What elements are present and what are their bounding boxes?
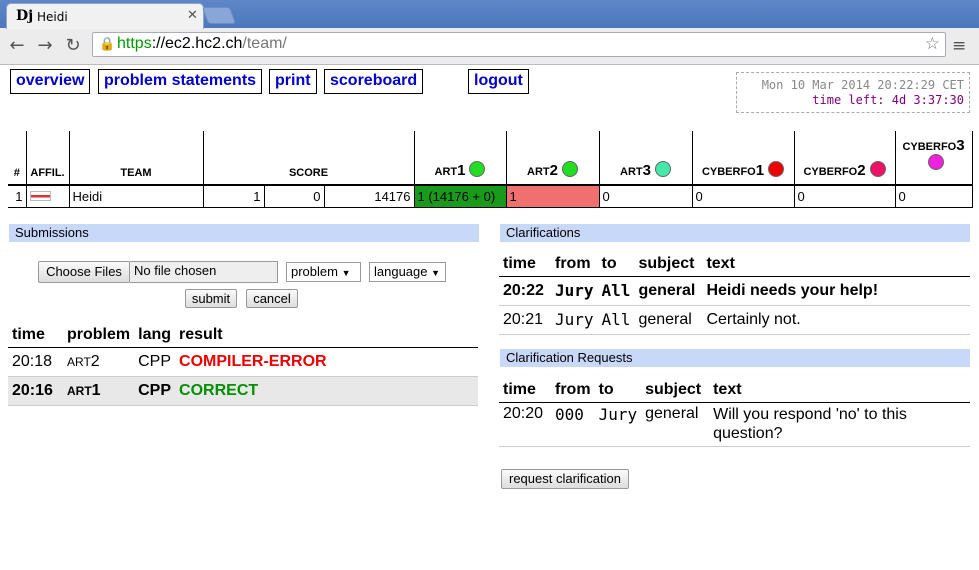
problem-header[interactable]: ART2 (505, 131, 600, 186)
tab-title: Heidi (37, 10, 68, 24)
back-icon[interactable]: ← (6, 35, 28, 56)
bookmark-star-icon[interactable]: ☆ (925, 34, 940, 54)
clarification-row[interactable]: 20:22 Jury All general Heidi needs your … (499, 276, 970, 306)
balloon-icon (869, 161, 886, 177)
result-badge: COMPILER-ERROR (175, 347, 478, 377)
problem-header[interactable]: ART3 (598, 131, 693, 186)
browser-tab[interactable]: Dj Heidi ✕ (6, 3, 204, 29)
print-link[interactable]: print (269, 69, 317, 94)
problem-cell: 0 (691, 185, 795, 208)
scoreboard-row: 1 Heidi 1 0 14176 1 (14176 + 0) 1 0 0 0 … (8, 185, 973, 208)
request-row[interactable]: 20:20 000 Jury general Will you respond … (499, 402, 970, 447)
clarifications-table: time from to subject text 20:22 Jury All… (499, 252, 970, 335)
problem-cell: 1 (505, 185, 600, 208)
cancel-button[interactable]: cancel (246, 289, 298, 308)
scoreboard-link[interactable]: scoreboard (324, 69, 424, 94)
language-select[interactable]: language ▼ (369, 262, 446, 282)
score-header: SCORE (202, 131, 415, 186)
close-tab-icon[interactable]: ✕ (187, 8, 198, 23)
rank-header: # (8, 131, 27, 186)
problem-header[interactable]: ART1 (413, 131, 507, 186)
problem-statements-link[interactable]: problem statements (98, 69, 263, 94)
browser-chrome: Dj Heidi ✕ ← → ↻ 🔒 https://ec2.hc2.ch/te… (0, 0, 979, 64)
submit-button[interactable]: submit (185, 289, 237, 308)
clarification-row[interactable]: 20:21 Jury All general Certainly not. (499, 305, 970, 335)
scoreboard-table: # AFFIL. TEAM SCORE ART1 ART2 ART3 CYBER… (8, 131, 973, 208)
balloon-icon (469, 161, 486, 177)
problem-header[interactable]: CYBERFO1 (691, 131, 795, 186)
problem-cell: 0 (793, 185, 896, 208)
clarifications-header: Clarifications (500, 224, 970, 242)
balloon-icon (561, 161, 578, 177)
request-clarification-button[interactable]: request clarification (501, 469, 629, 489)
file-name-field: No file chosen (130, 261, 278, 283)
requests-table: time from to subject text 20:20 000 Jury… (499, 378, 970, 447)
chevron-down-icon: ▼ (341, 268, 351, 278)
problem-cell: 0 (598, 185, 693, 208)
reload-icon[interactable]: ↻ (62, 35, 84, 56)
current-time: Mon 10 Mar 2014 20:22:29 CET (761, 78, 964, 92)
submission-row[interactable]: 20:18 ART2 CPP COMPILER-ERROR (8, 347, 478, 377)
problem-cell: 0 (894, 185, 973, 208)
address-bar[interactable]: 🔒 https://ec2.hc2.ch/team/ ☆ (92, 32, 946, 57)
django-favicon-icon: Dj (16, 8, 34, 24)
new-tab-button[interactable] (201, 7, 237, 24)
choose-files-button[interactable]: Choose Files (38, 261, 130, 283)
chevron-down-icon: ▼ (431, 268, 441, 278)
affiliation-flag-icon (25, 185, 70, 208)
logout-link[interactable]: logout (468, 69, 529, 94)
team-name: Heidi (68, 185, 204, 208)
overview-link[interactable]: overview (10, 69, 91, 94)
page: overview problem statements print scoreb… (0, 64, 979, 570)
submissions-header: Submissions (9, 224, 479, 242)
balloon-icon (768, 161, 785, 177)
result-badge: CORRECT (175, 376, 478, 406)
lock-icon: 🔒 (99, 37, 116, 52)
team-header: TEAM (68, 131, 204, 186)
time-left: time left: 4d 3:37:30 (812, 93, 964, 107)
affil-header: AFFIL. (25, 131, 70, 186)
url-text: https://ec2.hc2.ch/team/ (117, 35, 287, 52)
submission-row[interactable]: 20:16 ART1 CPP CORRECT (8, 376, 478, 406)
submissions-table: time problem lang result 20:18 ART2 CPP … (8, 323, 478, 406)
problem-header[interactable]: CYBERFO2 (793, 131, 896, 186)
clarification-requests-header: Clarification Requests (500, 349, 970, 367)
contest-clock: Mon 10 Mar 2014 20:22:29 CET time left: … (736, 72, 970, 113)
balloon-icon (654, 161, 671, 177)
menu-icon[interactable]: ≡ (952, 36, 966, 56)
problem-select[interactable]: problem ▼ (286, 262, 361, 282)
problem-header[interactable]: CYBERFO3 (894, 131, 973, 186)
problem-cell: 1 (14176 + 0) (413, 185, 507, 208)
forward-icon[interactable]: → (34, 35, 56, 56)
balloon-icon (927, 154, 944, 170)
